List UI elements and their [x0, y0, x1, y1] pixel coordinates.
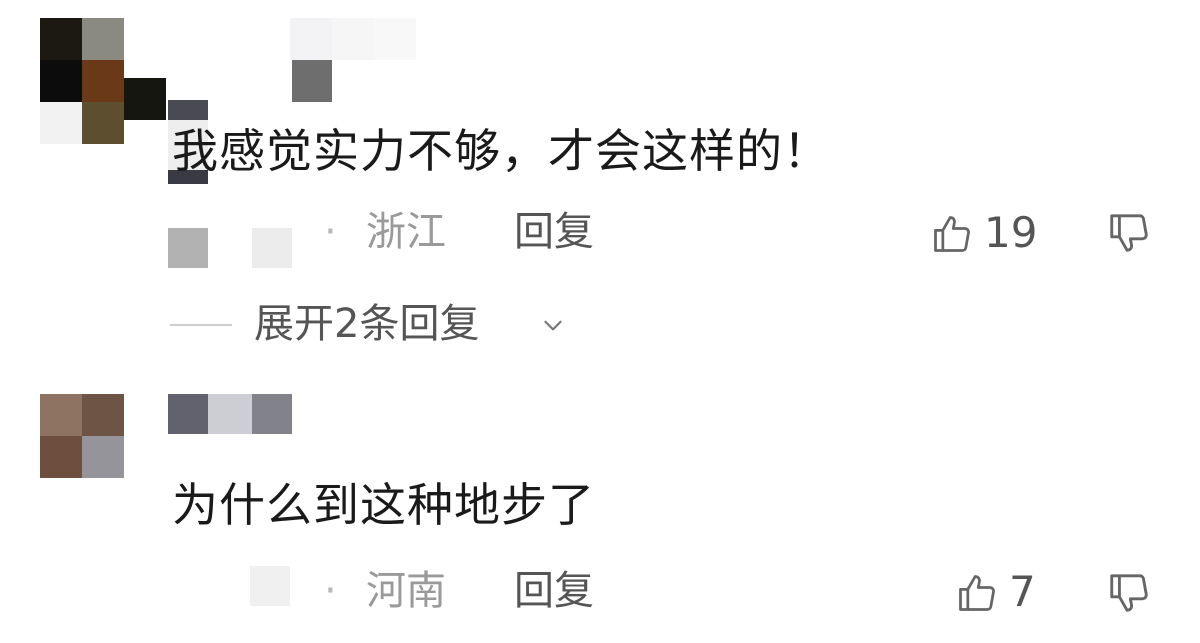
separator-dot: ·: [324, 209, 337, 255]
like-count: 7: [1009, 567, 1036, 616]
avatar[interactable]: [40, 18, 170, 144]
expand-replies-label: 展开2条回复: [254, 301, 480, 347]
thumbs-down-icon[interactable]: [1106, 210, 1152, 256]
avatar[interactable]: [40, 394, 126, 478]
reply-button[interactable]: 回复: [514, 212, 594, 252]
user-tag: [250, 566, 292, 606]
chevron-down-icon: [544, 320, 562, 331]
thumbs-up-icon: [934, 216, 970, 252]
comment-text: 为什么到这种地步了: [172, 478, 595, 532]
like-button[interactable]: 7: [955, 565, 1045, 621]
comment-text: 我感觉实力不够，才会这样的！: [172, 124, 830, 178]
username[interactable]: [290, 18, 420, 108]
thumbs-down-icon[interactable]: [1106, 570, 1152, 616]
divider-line: [170, 324, 232, 326]
like-button[interactable]: 19: [930, 206, 1040, 262]
username[interactable]: [168, 394, 294, 434]
like-count: 19: [984, 208, 1038, 257]
separator-dot: ·: [324, 568, 337, 614]
thumbs-up-icon: [959, 575, 995, 611]
expand-replies-button[interactable]: 展开2条回复: [170, 300, 590, 350]
region-label: 河南: [366, 568, 446, 614]
region-label: 浙江: [366, 209, 446, 255]
reply-button[interactable]: 回复: [514, 571, 594, 611]
user-tag: [168, 228, 298, 270]
